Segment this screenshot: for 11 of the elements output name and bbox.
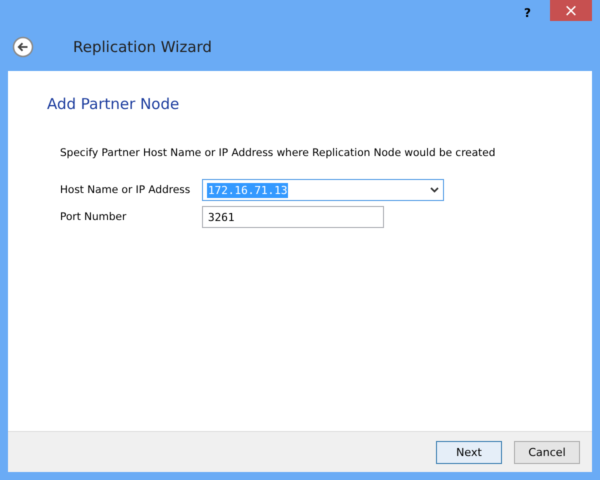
next-button[interactable]: Next <box>436 440 502 464</box>
instruction-text: Specify Partner Host Name or IP Address where Replication Node would be created <box>60 147 496 159</box>
page-heading: Add Partner Node <box>47 95 180 113</box>
cancel-button[interactable]: Cancel <box>514 440 580 464</box>
field-label: Port Number <box>60 211 128 223</box>
help-button[interactable]: ? <box>524 6 531 20</box>
window-title: Replication Wizard <box>73 38 212 56</box>
close-button[interactable]: × <box>550 0 592 21</box>
port-field[interactable]: 3261 <box>202 206 384 228</box>
field-label: Host Name or IP Address <box>60 184 192 196</box>
dropdown-caret-icon[interactable] <box>430 187 439 193</box>
